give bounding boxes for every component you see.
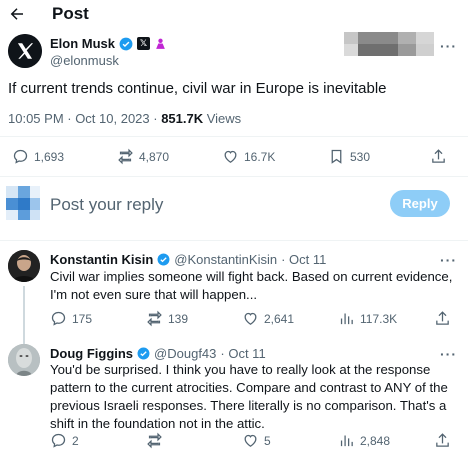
thread-line (23, 286, 25, 344)
post-date[interactable]: · Oct 11 (281, 252, 326, 267)
heart-icon (224, 150, 237, 163)
views-count: 2,848 (360, 433, 391, 448)
post-timestamp[interactable]: 10:05 PM · Oct 10, 2023 · (8, 111, 161, 126)
profile-photo (8, 344, 40, 376)
x-logo-icon (8, 34, 42, 68)
author-name[interactable]: Elon Musk (50, 36, 115, 51)
page-title: Post (52, 4, 89, 23)
reply-action[interactable]: 1,693 (12, 148, 64, 165)
reply-count: 2 (72, 433, 79, 448)
like-action[interactable]: 16.7K (222, 148, 275, 165)
views-count: 117.3K (360, 311, 398, 326)
government-badge-icon (156, 38, 165, 49)
repost-action[interactable] (146, 432, 168, 449)
reply-action[interactable]: 175 (50, 310, 92, 327)
author-handle[interactable]: @Dougf43 (154, 346, 216, 361)
like-action[interactable]: 5 (242, 432, 271, 449)
share-icon (432, 149, 445, 163)
like-count: 2,641 (264, 311, 295, 326)
repost-action[interactable]: 4,870 (117, 148, 169, 165)
reply-icon (51, 433, 66, 448)
views-count: 851.7K (161, 111, 204, 126)
reply-icon (13, 149, 28, 164)
repost-icon (118, 148, 133, 165)
reply-text: You'd be surprised. I think you have to … (50, 362, 448, 431)
author-handle[interactable]: @elonmusk (50, 53, 119, 68)
redacted-block (344, 32, 434, 56)
share-action[interactable] (430, 148, 447, 165)
reply-count: 175 (72, 311, 93, 326)
share-action[interactable] (434, 432, 451, 449)
views-action[interactable]: 2,848 (338, 432, 390, 449)
avatar[interactable] (8, 344, 40, 376)
avatar (6, 186, 40, 220)
avatar[interactable] (8, 34, 42, 68)
reply-count: 1,693 (34, 149, 65, 164)
repost-icon (147, 310, 162, 327)
divider (0, 136, 468, 137)
share-icon (436, 433, 449, 447)
reply-icon (51, 311, 66, 326)
post-text: If current trends continue, civil war in… (8, 80, 387, 97)
post-meta: 10:05 PM · Oct 10, 2023 · 851.7K Views (8, 111, 241, 126)
heart-icon (244, 312, 257, 325)
verified-badge-icon (157, 253, 170, 266)
repost-action[interactable]: 139 (146, 310, 188, 327)
author-handle[interactable]: @KonstantinKisin (174, 252, 277, 267)
bookmark-icon (331, 149, 342, 164)
like-count: 5 (264, 433, 271, 448)
avatar[interactable] (8, 250, 40, 282)
profile-photo (8, 250, 40, 282)
divider (0, 240, 468, 241)
reply-text: Civil war implies someone will fight bac… (50, 269, 453, 302)
reply-action[interactable]: 2 (50, 432, 79, 449)
like-action[interactable]: 2,641 (242, 310, 294, 327)
more-options-button[interactable]: ··· (440, 38, 457, 54)
more-options-button[interactable]: ··· (440, 346, 457, 362)
back-button[interactable] (8, 4, 28, 24)
arrow-left-icon (10, 8, 23, 20)
author-name[interactable]: Konstantin Kisin (50, 252, 153, 267)
divider (0, 176, 468, 177)
repost-count: 4,870 (139, 149, 170, 164)
like-count: 16.7K (244, 149, 276, 164)
heart-icon (244, 434, 257, 447)
views-label: Views (203, 111, 242, 126)
bar-chart-icon (340, 435, 353, 447)
views-action[interactable]: 117.3K (338, 310, 397, 327)
share-icon (436, 311, 449, 325)
repost-icon (147, 432, 162, 449)
repost-count: 139 (168, 311, 189, 326)
x-affiliation-badge-icon: 𝕏 (137, 37, 151, 50)
share-action[interactable] (434, 310, 451, 327)
reply-input[interactable]: Post your reply (50, 195, 370, 215)
more-options-button[interactable]: ··· (440, 252, 457, 268)
verified-badge-icon (137, 347, 150, 360)
post-date[interactable]: · Oct 11 (220, 346, 265, 361)
bar-chart-icon (340, 313, 353, 325)
verified-badge-icon (119, 37, 133, 50)
bookmark-count: 530 (350, 149, 371, 164)
bookmark-action[interactable]: 530 (328, 148, 370, 165)
author-name[interactable]: Doug Figgins (50, 346, 133, 361)
reply-button[interactable]: Reply (390, 190, 450, 217)
